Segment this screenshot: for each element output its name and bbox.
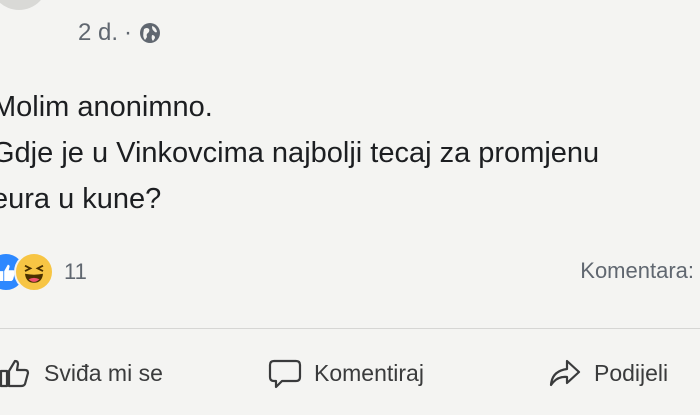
action-bar: Sviđa mi se Komentiraj Podijeli (0, 352, 700, 400)
avatar[interactable] (0, 0, 48, 10)
post-text-line: Gdje je u Vinkovcima najbolji tecaj za p… (0, 137, 600, 169)
comment-button[interactable]: Komentiraj (268, 356, 424, 390)
author-name-cropped[interactable] (60, 0, 380, 8)
comments-count[interactable]: Komentara: (580, 258, 694, 284)
haha-icon (14, 252, 54, 292)
post-timestamp[interactable]: 2 d. (78, 19, 118, 47)
thumbs-up-icon (0, 359, 30, 388)
meta-separator: · (124, 19, 133, 46)
comment-bubble-icon (268, 359, 302, 389)
post-body: Molim anonimno. Gdje je u Vinkovcima naj… (0, 84, 599, 222)
comment-label: Komentiraj (314, 359, 424, 386)
reactions-summary[interactable]: 11 (0, 252, 87, 292)
globe-icon[interactable] (138, 21, 162, 45)
like-label: Sviđa mi se (44, 359, 163, 386)
share-label: Podijeli (594, 359, 669, 386)
share-arrow-icon (549, 359, 581, 387)
like-button[interactable]: Sviđa mi se (0, 356, 163, 390)
post-meta: 2 d. · (78, 19, 162, 47)
divider (0, 328, 700, 329)
post-text-line: Molim anonimno. (0, 91, 213, 123)
post-text-line: eura u kune? (0, 183, 162, 215)
reaction-count: 11 (64, 259, 87, 284)
share-button[interactable]: Podijeli (548, 356, 668, 390)
